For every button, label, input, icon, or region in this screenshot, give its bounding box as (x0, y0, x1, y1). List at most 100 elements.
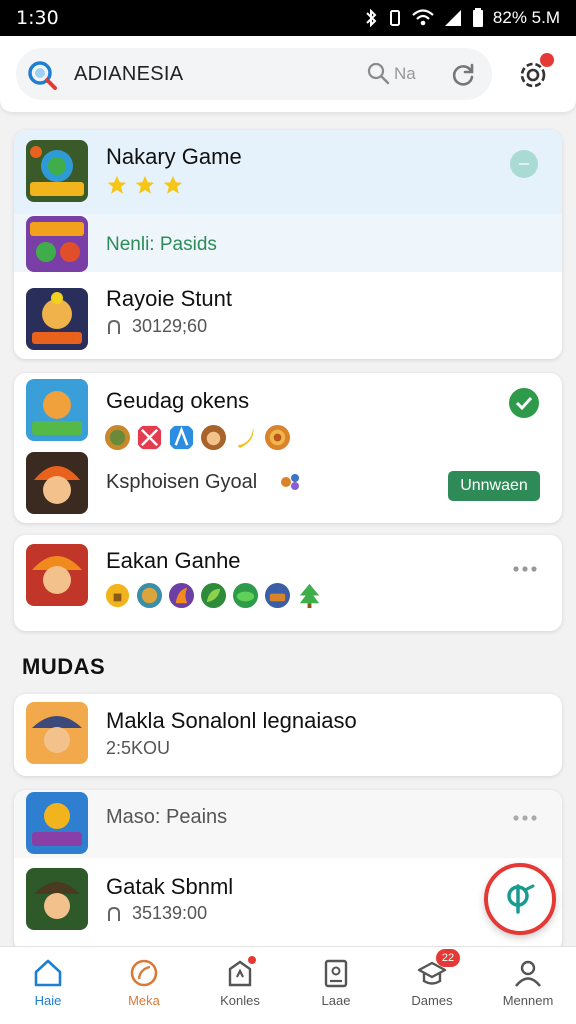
vibrate-icon (389, 10, 400, 26)
nav-label: Haie (34, 993, 62, 1008)
banana-icon (237, 427, 254, 449)
nav-item-meka[interactable]: Meka (96, 947, 192, 1024)
share-icon (507, 884, 535, 914)
notification-dot (248, 956, 256, 964)
top-header: ADIANESIA Na (0, 36, 576, 148)
nav-item-konles[interactable]: Konles (192, 947, 288, 1024)
game-title: Ksphoisen Gyoal (106, 471, 258, 493)
game-thumbnail[interactable] (26, 452, 88, 514)
shield-icon (264, 424, 291, 451)
star-icon (163, 175, 183, 194)
game-card-1: Nakary Game Nenli: Pasids Rayoie Stunt 3… (14, 130, 562, 359)
search-bar[interactable]: ADIANESIA Na (16, 48, 492, 100)
nav-label: Meka (128, 993, 160, 1008)
game-thumbnail[interactable] (26, 544, 88, 606)
face-icon (200, 424, 227, 451)
puzzle-icon (281, 474, 299, 490)
leaf-icon (130, 959, 158, 987)
list-item-gatak[interactable]: Gatak Sbnml 35139:00 (14, 858, 562, 952)
nav-label: Konles (220, 993, 260, 1008)
status-battery-text: 82% 5.M (492, 8, 560, 27)
reward-icons (104, 582, 323, 609)
tree-icon (299, 583, 320, 609)
pending-circle-icon[interactable] (508, 148, 540, 180)
egg-icon (136, 582, 163, 609)
wifi-icon (412, 9, 434, 26)
star-icon (135, 175, 155, 194)
refresh-icon[interactable] (450, 62, 476, 88)
game-title: Makla Sonalonl legnaiaso (106, 708, 357, 733)
list-item-nenli[interactable]: Nenli: Pasids (14, 214, 562, 272)
clock-icon (108, 319, 120, 334)
search-query[interactable]: ADIANESIA (74, 63, 183, 86)
clock-icon (108, 906, 120, 921)
coin-icon (104, 424, 131, 451)
star-icon (107, 175, 127, 194)
game-thumbnail[interactable] (26, 792, 88, 854)
flame-icon (168, 582, 195, 609)
game-thumbnail[interactable] (26, 216, 88, 272)
game-meta: 30129;60 (132, 316, 208, 336)
game-thumbnail[interactable] (26, 288, 88, 350)
game-title: Geudag okens (106, 388, 250, 413)
nav-item-mennem[interactable]: Mennem (480, 947, 576, 1024)
game-meta: 35139:00 (132, 903, 208, 923)
game-meta: 2:5KOU (106, 738, 171, 758)
check-icon[interactable] (508, 387, 540, 419)
melon-icon (232, 582, 259, 609)
battery-icon (472, 8, 483, 27)
notification-badge: 22 (436, 949, 460, 967)
status-time: 1:30 (16, 7, 59, 29)
bottom-navigation: Haie Meka Konles Laae 22 Dames Mennem (0, 946, 576, 1024)
game-title: Nakary Game (106, 144, 242, 169)
more-icon[interactable] (512, 814, 538, 822)
list-item-rayoie-stunt[interactable]: Rayoie Stunt 30129;60 (14, 272, 562, 359)
floating-action-button[interactable] (484, 863, 556, 935)
ticket-icon (169, 425, 194, 450)
basket-icon (264, 582, 291, 609)
section-card-2: Maso: Peains Gatak Sbnml 35139:00 (14, 790, 562, 952)
list-item-ksphoisen[interactable]: Ksphoisen Gyoal Unnwaen (14, 448, 562, 523)
game-title: Eakan Ganhe (106, 548, 241, 573)
search-hint: Na (394, 64, 416, 83)
list-item-nakary-game[interactable]: Nakary Game (14, 130, 562, 214)
game-thumbnail[interactable] (26, 868, 88, 930)
status-bar: 1:30 82% 5.M (0, 0, 576, 36)
nav-label: Mennem (502, 993, 554, 1008)
game-thumbnail[interactable] (26, 140, 88, 202)
list-item-geudag[interactable]: Geudag okens (14, 373, 562, 451)
search-icon[interactable] (366, 61, 390, 85)
game-title: Gatak Sbnml (106, 874, 234, 899)
nav-item-home[interactable]: Haie (0, 947, 96, 1024)
game-title: Rayoie Stunt (106, 286, 232, 311)
game-thumbnail[interactable] (26, 702, 88, 764)
game-thumbnail[interactable] (26, 379, 88, 441)
signal-icon (444, 10, 461, 26)
game-subtitle: Nenli: Pasids (106, 234, 217, 255)
section-title: MUDAS (22, 654, 106, 679)
list-item-maso[interactable]: Maso: Peains (14, 790, 562, 858)
action-button[interactable]: Unnwaen (448, 471, 540, 501)
game-card-3: Eakan Ganhe (14, 535, 562, 631)
more-icon[interactable] (512, 565, 538, 573)
leaf-icon (200, 582, 227, 609)
search-logo-icon (28, 61, 57, 90)
game-card-2: Geudag okens Ksphoisen Gyoal Unnwaen (14, 373, 562, 523)
rating-stars (106, 174, 184, 196)
section-card-1: Makla Sonalonl legnaiaso 2:5KOU (14, 694, 562, 776)
tablet-icon (324, 959, 348, 988)
nav-label: Dames (411, 993, 453, 1008)
home-icon (34, 959, 62, 987)
reward-icons (104, 424, 291, 451)
nav-item-laae[interactable]: Laae (288, 947, 384, 1024)
list-item-makla[interactable]: Makla Sonalonl legnaiaso 2:5KOU (14, 694, 562, 776)
person-icon (515, 960, 541, 987)
status-icons: 82% 5.M (364, 8, 560, 28)
gift-icon (137, 425, 162, 450)
game-title: Maso: Peains (106, 806, 228, 828)
lock-icon (105, 583, 130, 608)
nav-item-dames[interactable]: 22 Dames (384, 947, 480, 1024)
nav-label: Laae (321, 993, 351, 1008)
list-item-eakan[interactable]: Eakan Ganhe (14, 535, 562, 631)
bluetooth-icon (366, 9, 377, 27)
